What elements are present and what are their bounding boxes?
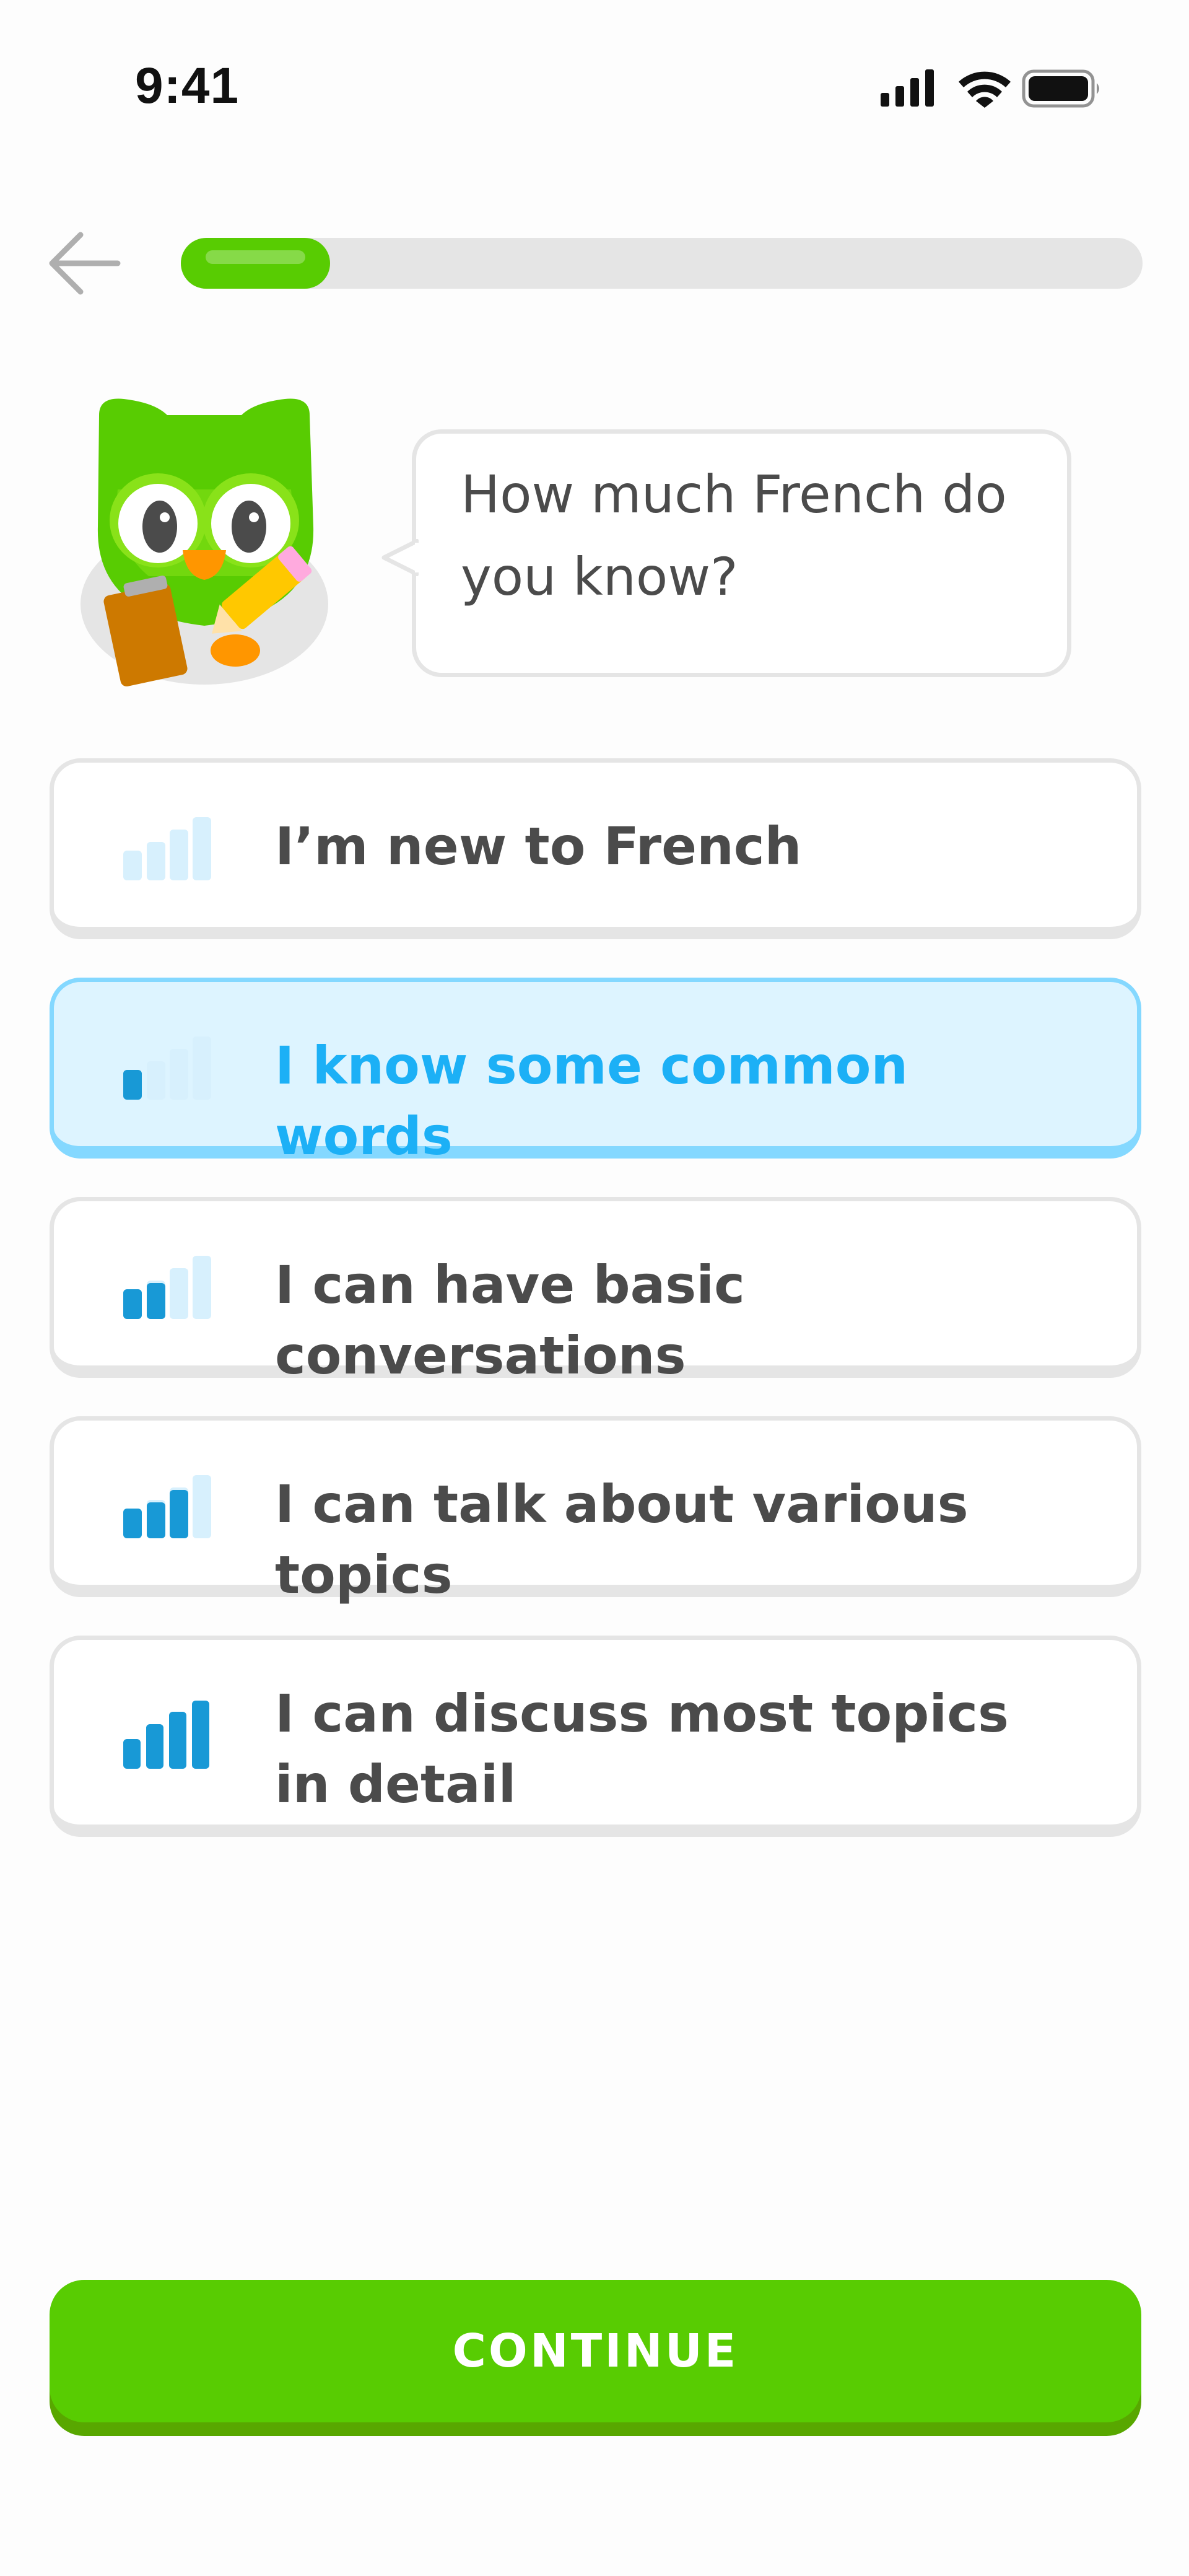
progress-bar [181,238,1143,289]
signal-bar [147,1283,165,1319]
option-most-topics-detail[interactable]: I can discuss most topics in detail [50,1636,1141,1837]
signal-bar-track [193,1475,211,1538]
option-label: I can have basic conversations [275,1255,745,1386]
owl-mascot [74,390,347,712]
status-icons [879,68,1102,108]
option-label: I can discuss most topics in detail [275,1683,1009,1815]
signal-bars-icon [123,1256,211,1319]
signal-bar [123,1289,142,1319]
status-bar: 9:41 [0,0,1189,167]
progress-fill [181,238,330,289]
option-various-topics[interactable]: I can talk about various topics [50,1416,1141,1605]
battery-icon [1022,69,1099,108]
speech-bubble: How much French do you know? [381,429,1071,677]
signal-bar-track [193,1256,211,1319]
signal-bar-track [170,1049,188,1100]
option-label: I’m new to French [275,816,802,877]
question-text: How much French do you know? [461,464,1007,607]
signal-bar [146,1724,163,1769]
signal-bar [170,1490,188,1538]
signal-bar-track [193,817,211,880]
status-time: 9:41 [135,58,240,114]
signal-bar [123,1070,142,1100]
signal-bar [123,1509,142,1538]
speech-bubble-tail [381,539,419,576]
proficiency-options: I’m new to French I know some common wor… [50,758,1141,1875]
signal-bars-icon [123,1701,209,1769]
signal-bar-track [170,1268,188,1319]
signal-bar [123,1739,141,1769]
wifi-icon [959,71,1011,108]
option-label: I know some common words [275,1035,908,1167]
continue-button[interactable]: CONTINUE [50,2280,1141,2422]
option-common-words[interactable]: I know some common words [50,978,1141,1167]
signal-bar-track [147,842,165,880]
option-basic-conversations[interactable]: I can have basic conversations [50,1197,1141,1386]
cellular-signal-icon [881,69,934,107]
signal-bars-icon [123,817,211,880]
signal-bar [147,1502,165,1538]
signal-bars-icon [123,1475,211,1538]
signal-bar-track [147,1061,165,1100]
signal-bars-icon [123,1036,211,1100]
signal-bar-track [193,1036,211,1100]
signal-bar [123,851,142,880]
signal-bar [192,1701,209,1769]
option-label: I can talk about various topics [275,1474,969,1605]
signal-bar-track [170,830,188,880]
arrow-left-icon [49,232,121,295]
back-button[interactable] [43,226,130,300]
option-new-to-language[interactable]: I’m new to French [50,758,1141,939]
progress-shine [206,250,305,264]
signal-bar [169,1712,186,1769]
